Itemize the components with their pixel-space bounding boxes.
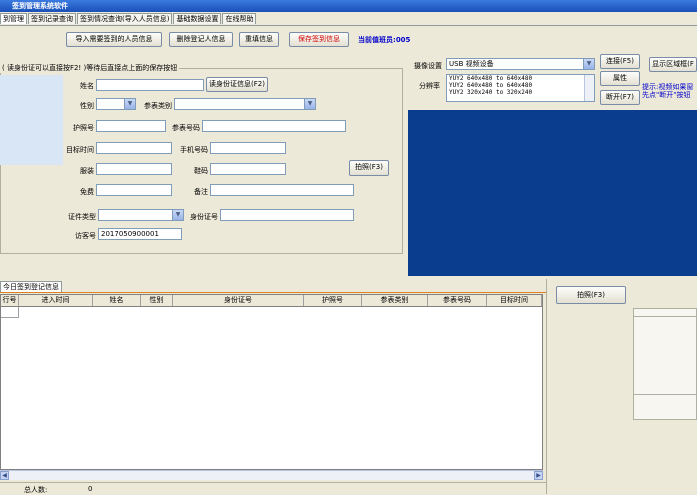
tab-record-query[interactable]: 签到记录查询 xyxy=(28,13,76,24)
id-photo xyxy=(0,75,63,165)
tab-base-settings[interactable]: 基础数据设置 xyxy=(173,13,222,24)
col-name[interactable]: 姓名 xyxy=(93,295,141,306)
duty-officer: 当前值班员:005 xyxy=(358,35,410,45)
grid-header: 行号 进入时间 姓名 性别 身份证号 护照号 参表类别 参表号码 目标时间 xyxy=(1,295,542,307)
name-label: 姓名 xyxy=(80,82,94,90)
name-input[interactable] xyxy=(96,79,204,91)
duty-label: 当前值班员: xyxy=(358,36,396,44)
today-grid: 行号 进入时间 姓名 性别 身份证号 护照号 参表类别 参表号码 目标时间 xyxy=(0,294,543,470)
camera-hint-line2: 先点"断开"按钮 xyxy=(642,91,691,99)
col-visitor-code[interactable]: 参表号码 xyxy=(428,295,487,306)
main-tabs: 到管理 签到记录查询 签到情况查询(导入人员信息) 基础数据设置 在线帮助 xyxy=(0,13,257,25)
resolution-option[interactable]: YUY2 640x480 to 640x480 xyxy=(449,75,594,82)
camera-device-select[interactable]: USB 视频设备 ▼ xyxy=(446,58,595,70)
delete-registrant-button[interactable]: 删除登记人信息 xyxy=(169,32,233,47)
col-passport[interactable]: 护照号 xyxy=(304,295,362,306)
visit-no-input[interactable]: 2017050900001 xyxy=(98,228,182,240)
remark-label: 备注 xyxy=(194,188,208,196)
visitor-type-select[interactable]: ▼ xyxy=(174,98,316,110)
camera-preview xyxy=(408,110,697,276)
clothing-label: 服装 xyxy=(80,167,94,175)
col-enter-time[interactable]: 进入时间 xyxy=(19,295,93,306)
id-number-label: 身份证号 xyxy=(190,213,218,221)
visitor-code-input[interactable] xyxy=(202,120,346,132)
id-type-label: 证件类型 xyxy=(68,213,96,221)
tab-divider xyxy=(0,25,697,26)
col-target-time[interactable]: 目标时间 xyxy=(487,295,542,306)
import-people-button[interactable]: 导入需要签到的人员信息 xyxy=(66,32,162,47)
resolution-label: 分辨率 xyxy=(419,82,440,90)
id-type-select[interactable]: ▼ xyxy=(98,209,184,221)
col-visitor-type[interactable]: 参表类别 xyxy=(362,295,428,306)
visitor-code-label: 参表号码 xyxy=(172,124,200,132)
today-tab-underline xyxy=(0,292,546,293)
col-id-number[interactable]: 身份证号 xyxy=(173,295,304,306)
position-input[interactable] xyxy=(96,184,172,196)
id-number-input[interactable] xyxy=(220,209,354,221)
photo-preview-box xyxy=(633,308,697,420)
resolution-list[interactable]: YUY2 640x480 to 640x480 YUY2 640x480 to … xyxy=(446,74,595,102)
gender-label: 性别 xyxy=(80,102,94,110)
phone-input[interactable] xyxy=(210,142,286,154)
target-time-label: 目标时间 xyxy=(66,146,94,154)
visitor-type-label: 参表类别 xyxy=(144,102,172,110)
target-time-input[interactable] xyxy=(96,142,172,154)
reset-form-button[interactable]: 重填信息 xyxy=(239,32,279,47)
camera-hint-line1: 提示:视频如果窗 xyxy=(642,83,694,91)
passport-label: 护照号 xyxy=(73,124,94,132)
col-row-no[interactable]: 行号 xyxy=(1,295,19,306)
tab-status-query[interactable]: 签到情况查询(导入人员信息) xyxy=(77,13,173,24)
title-bar: 签到管理系统软件 xyxy=(0,0,697,12)
registration-group-title: ( 读身份证可以直接按F2! )等待后直接点上面的保存按钮 xyxy=(0,63,180,73)
camera-properties-button[interactable]: 属性 xyxy=(600,71,640,86)
table-row[interactable] xyxy=(1,307,19,318)
duty-value: 005 xyxy=(395,36,411,44)
camera-device-label: 摄像设置 xyxy=(414,62,442,70)
scroll-left-icon[interactable]: ◀ xyxy=(0,471,9,480)
tab-online-help[interactable]: 在线帮助 xyxy=(222,13,257,24)
save-checkin-button[interactable]: 保存签到信息 xyxy=(289,32,349,47)
scroll-right-icon[interactable]: ▶ xyxy=(534,471,543,480)
tab-today-checkins[interactable]: 今日签到登记信息 xyxy=(0,281,62,292)
col-gender[interactable]: 性别 xyxy=(141,295,173,306)
gender-select[interactable]: ▼ xyxy=(96,98,136,110)
position-label: 免费 xyxy=(80,188,94,196)
chevron-down-icon: ▼ xyxy=(124,99,135,109)
photo-button[interactable]: 拍照(F3) xyxy=(349,160,389,176)
read-id-card-button[interactable]: 读身份证信息(F2) xyxy=(206,77,268,92)
chevron-down-icon: ▼ xyxy=(172,210,183,220)
size-label: 鞋码 xyxy=(194,167,208,175)
total-value: 0 xyxy=(88,485,93,493)
status-bar: 总人数: 0 xyxy=(0,482,546,494)
size-input[interactable] xyxy=(210,163,286,175)
resolution-option[interactable]: YUY2 640x480 to 640x480 xyxy=(449,82,594,89)
disconnect-camera-button[interactable]: 断开(F7) xyxy=(600,90,640,105)
camera-hint: 提示:视频如果窗 先点"断开"按钮 xyxy=(642,83,697,99)
visit-no-label: 访客号 xyxy=(75,232,96,240)
passport-input[interactable] xyxy=(96,120,166,132)
connect-camera-button[interactable]: 连接(F5) xyxy=(600,54,640,69)
phone-label: 手机号码 xyxy=(180,146,208,154)
grid-hscrollbar[interactable]: ◀ ▶ xyxy=(0,470,543,480)
clothing-input[interactable] xyxy=(96,163,172,175)
chevron-down-icon: ▼ xyxy=(304,99,315,109)
window-title: 签到管理系统软件 xyxy=(12,2,68,10)
preview-divider xyxy=(633,316,697,317)
resolution-scrollbar[interactable] xyxy=(584,75,594,101)
preview-divider xyxy=(633,394,697,395)
resolution-option[interactable]: YUY2 320x240 to 320x240 xyxy=(449,89,594,96)
chevron-down-icon: ▼ xyxy=(583,59,594,69)
show-region-button[interactable]: 显示区域框(F xyxy=(649,57,697,72)
tab-checkin-management[interactable]: 到管理 xyxy=(0,13,27,24)
remark-input[interactable] xyxy=(210,184,354,196)
camera-device-value: USB 视频设备 xyxy=(449,60,494,68)
